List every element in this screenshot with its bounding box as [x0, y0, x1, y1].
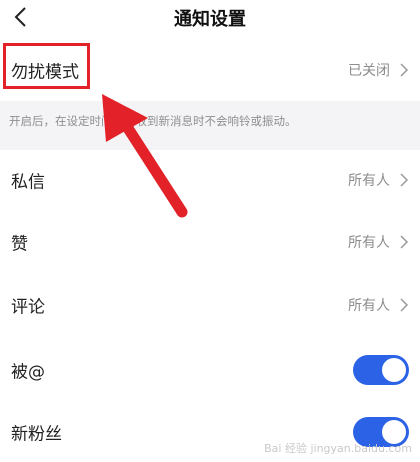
chevron-right-icon [400, 63, 409, 77]
row-private-message[interactable]: 私信 所有人 [0, 150, 420, 210]
row-label: 私信 [11, 172, 45, 193]
row-label: 被@ [11, 362, 45, 383]
row-likes[interactable]: 赞 所有人 [0, 212, 420, 272]
page-title: 通知设置 [174, 9, 246, 30]
mentions-toggle[interactable] [353, 355, 409, 385]
chevron-right-icon [400, 235, 409, 249]
row-label: 新粉丝 [11, 424, 62, 445]
row-comments[interactable]: 评论 所有人 [0, 275, 420, 335]
row-value: 所有人 [348, 235, 390, 251]
row-value: 所有人 [348, 298, 390, 314]
toggle-knob [382, 358, 406, 382]
navigation-bar: 通知设置 [0, 0, 420, 38]
chevron-right-icon [400, 173, 409, 187]
dnd-value: 已关闭 [348, 63, 390, 79]
watermark: Bai 经验 jingyan.baidu.com [264, 442, 412, 455]
row-mentions: 被@ [0, 340, 420, 400]
row-value: 所有人 [348, 173, 390, 189]
row-label: 评论 [11, 297, 45, 318]
chevron-right-icon [400, 298, 409, 312]
dnd-description-block: 开启后，在设定时间段内收到新消息时不会响铃或振动。 [0, 101, 420, 150]
dnd-description: 开启后，在设定时间段内收到新消息时不会响铃或振动。 [9, 114, 297, 128]
row-label: 赞 [11, 234, 28, 255]
highlight-box [3, 43, 90, 89]
